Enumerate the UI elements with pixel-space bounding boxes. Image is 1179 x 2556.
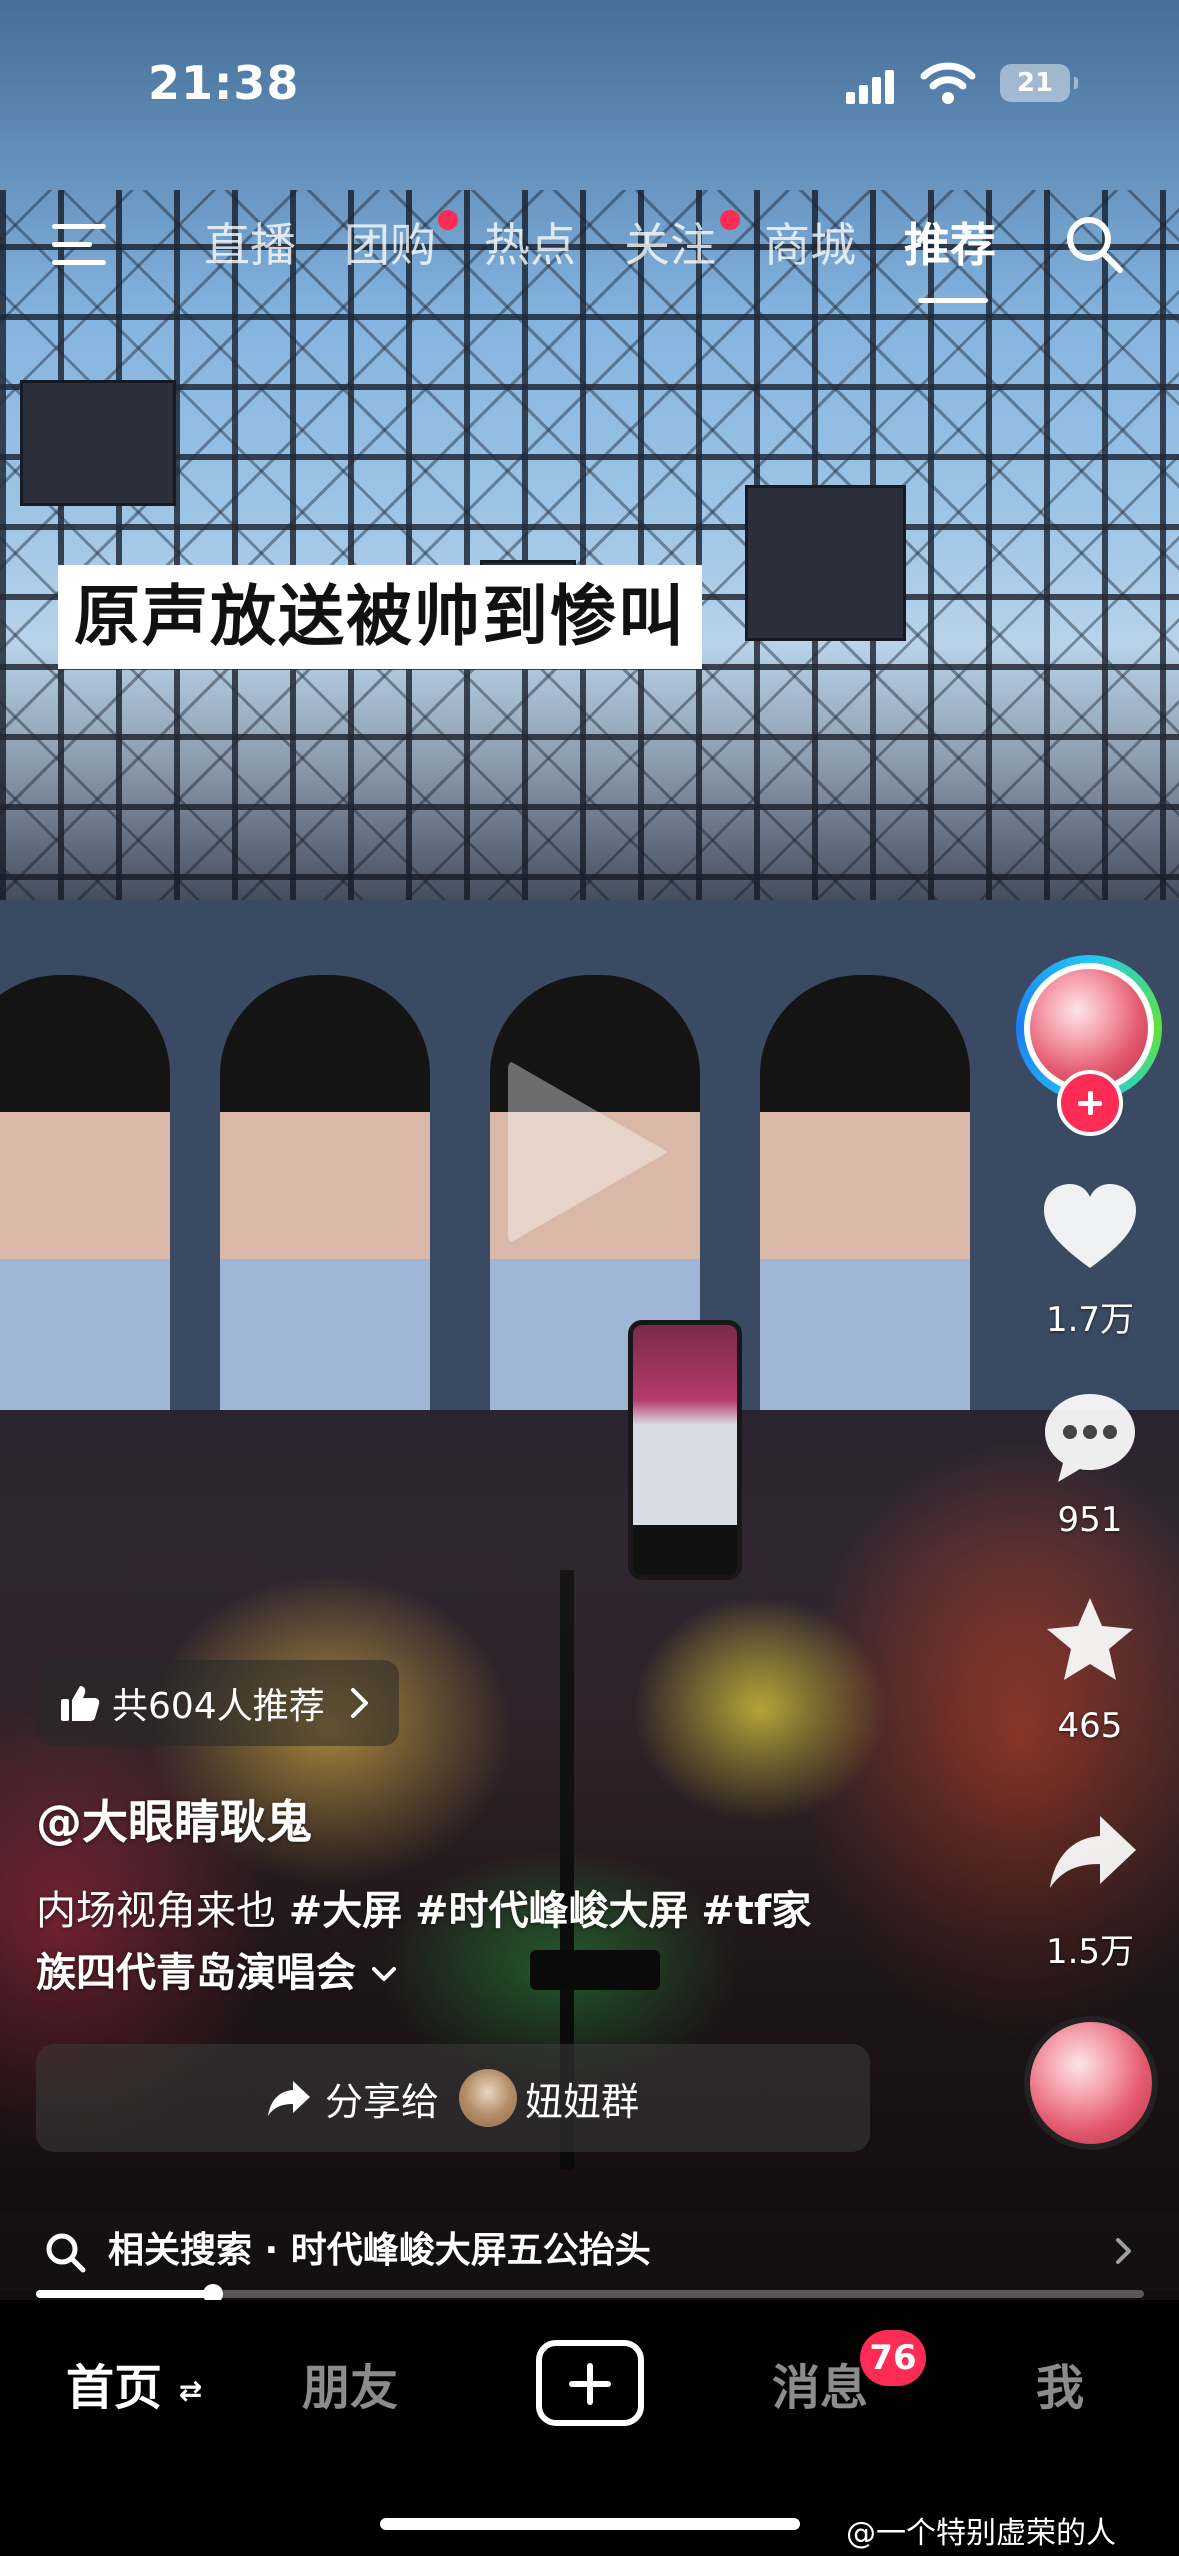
video-caption-overlay: 原声放送被帅到惨叫 — [58, 565, 702, 669]
screen-face — [760, 975, 970, 1465]
cellular-signal-icon — [846, 68, 902, 104]
like-heart-icon[interactable] — [1040, 1180, 1140, 1272]
hashtag[interactable]: #大屏 — [289, 1888, 403, 1934]
speaker — [20, 380, 176, 506]
watermark: @一个特别虚荣的人 — [846, 2516, 1116, 2551]
recommend-pill[interactable]: 共604人推荐 — [36, 1660, 399, 1746]
battery-icon: 21 — [1000, 64, 1078, 102]
share-label: 分享给 — [324, 2079, 439, 2124]
switch-arrows-icon: ⇄ — [178, 2374, 203, 2407]
screen-face — [220, 975, 430, 1465]
chevron-down-icon[interactable] — [369, 1964, 399, 1986]
description-text: 族四代青岛演唱会 — [36, 1950, 356, 1996]
screen-face — [0, 975, 170, 1465]
filming-phone — [628, 1320, 742, 1580]
video-description[interactable]: 内场视角来也 #大屏 #时代峰峻大屏 #tf家 族四代青岛演唱会 — [36, 1880, 886, 2004]
hashtag[interactable]: #时代峰峻大屏 — [415, 1888, 689, 1934]
share-to-bar[interactable]: 分享给 妞妞群 — [36, 2044, 870, 2152]
nav-messages[interactable]: 消息 — [772, 2348, 868, 2428]
music-disc-apple-icon — [1030, 2022, 1152, 2144]
share-arrow-icon — [267, 2081, 310, 2116]
tab-group-buy[interactable]: 团购 — [344, 210, 436, 280]
follow-button[interactable] — [1057, 1070, 1123, 1136]
chevron-right-icon — [350, 1688, 368, 1718]
top-tabs: 直播 团购 热点 关注 商城 推荐 — [0, 210, 1179, 290]
douyin-feed-screen: 21:38 21 直播 团购 热点 关注 商城 推荐 原声放送被帅到惨叫 1.7… — [0, 0, 1179, 2556]
share-arrow-icon[interactable] — [1046, 1812, 1138, 1892]
recommend-text: 共604人推荐 — [112, 1686, 325, 1727]
related-search-text: 相关搜索 · 时代峰峻大屏五公抬头 — [108, 2230, 651, 2271]
nav-home-label: 首页 — [66, 2360, 163, 2416]
comment-count: 951 — [1057, 1500, 1123, 1540]
play-icon[interactable] — [508, 1060, 668, 1244]
wifi-icon — [920, 62, 976, 104]
status-time: 21:38 — [148, 56, 300, 110]
hashtag[interactable]: #tf家 — [701, 1888, 811, 1934]
author-name[interactable]: @大眼睛耿鬼 — [36, 1786, 312, 1852]
search-icon — [46, 2233, 86, 2273]
message-count-badge: 76 — [860, 2330, 926, 2386]
speaker — [745, 485, 906, 641]
home-indicator[interactable] — [380, 2518, 800, 2530]
notification-dot — [720, 210, 740, 230]
comment-icon[interactable] — [1040, 1388, 1140, 1488]
notification-dot — [438, 210, 458, 230]
favorite-star-icon[interactable] — [1042, 1594, 1138, 1686]
group-avatar — [459, 2069, 517, 2127]
chevron-right-icon — [1116, 2238, 1131, 2264]
thumbs-up-icon — [61, 1686, 100, 1721]
music-disc[interactable] — [1024, 2016, 1158, 2150]
tab-hot[interactable]: 热点 — [484, 210, 576, 280]
video-progress-bar[interactable] — [36, 2284, 1144, 2304]
tab-mall[interactable]: 商城 — [764, 210, 856, 280]
nav-me[interactable]: 我 — [1036, 2348, 1084, 2428]
tab-recommend[interactable]: 推荐 — [904, 210, 996, 280]
progress-fill — [36, 2290, 214, 2298]
create-post-button[interactable] — [536, 2340, 644, 2426]
active-tab-indicator — [918, 298, 988, 303]
tab-following[interactable]: 关注 — [624, 210, 716, 280]
favorite-count: 465 — [1057, 1706, 1123, 1746]
nav-home[interactable]: 首页 ⇄ — [66, 2348, 202, 2431]
description-text: 内场视角来也 — [36, 1888, 289, 1934]
related-search-bar[interactable]: 相关搜索 · 时代峰峻大屏五公抬头 — [0, 2212, 1179, 2290]
tab-live[interactable]: 直播 — [204, 210, 296, 280]
bottom-nav: 首页 ⇄ 朋友 消息 76 我 @一个特别虚荣的人 — [0, 2300, 1179, 2556]
battery-level: 21 — [1016, 68, 1054, 98]
nav-friends[interactable]: 朋友 — [302, 2348, 398, 2428]
like-count: 1.7万 — [1045, 1300, 1135, 1340]
search-icon[interactable] — [1062, 212, 1126, 276]
share-count: 1.5万 — [1045, 1932, 1135, 1972]
share-target: 妞妞群 — [525, 2079, 640, 2124]
